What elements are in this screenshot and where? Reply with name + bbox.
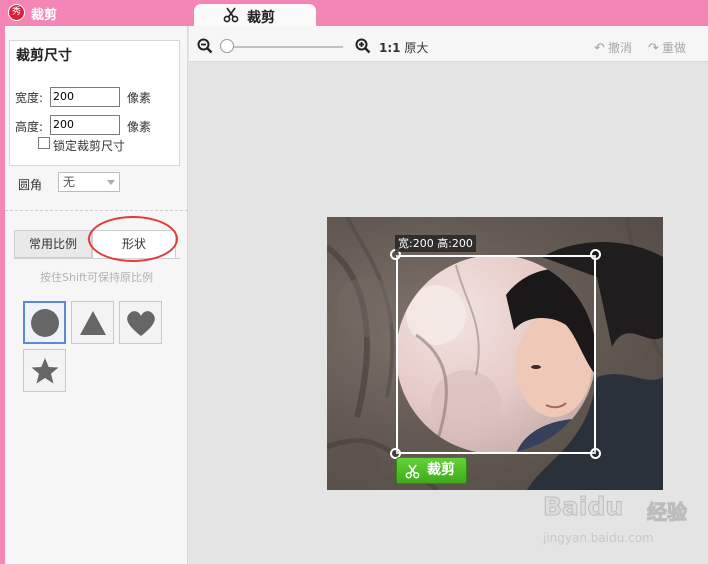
- heart-icon: [126, 310, 155, 336]
- crop-size-box: 裁剪尺寸 宽度: 200 像素 高度: 200 像素 锁定裁剪尺寸: [9, 40, 180, 166]
- tab-crop[interactable]: 裁剪: [193, 3, 317, 27]
- chevron-down-icon: [107, 180, 115, 185]
- crop-button-label: 裁剪: [427, 462, 455, 478]
- redo-icon: ↷: [648, 41, 659, 56]
- undo-button[interactable]: ↶ 撤消: [594, 39, 632, 56]
- corner-select-value: 无: [63, 175, 76, 189]
- undo-icon: ↶: [594, 41, 605, 56]
- height-field[interactable]: 200: [50, 115, 120, 135]
- app-logo-icon: 秀: [8, 4, 25, 21]
- watermark-url: jingyan.baidu.com: [543, 531, 654, 545]
- corner-select[interactable]: 无: [58, 172, 120, 192]
- scissors-icon: [405, 464, 420, 479]
- shape-star-button[interactable]: [23, 349, 66, 392]
- shape-heart-button[interactable]: [119, 301, 162, 344]
- resize-handle-top-right[interactable]: [590, 249, 601, 260]
- title-bar: 秀 裁剪 裁剪: [0, 0, 708, 27]
- photo: 宽:200 高:200 裁剪: [327, 217, 663, 490]
- actual-size-button[interactable]: 1:1 原大: [379, 39, 428, 56]
- width-unit: 像素: [127, 91, 152, 105]
- zoom-slider-track[interactable]: [225, 46, 343, 48]
- width-field[interactable]: 200: [50, 87, 120, 107]
- redo-button[interactable]: ↷ 重做: [648, 39, 686, 56]
- lock-size-label[interactable]: 锁定裁剪尺寸: [53, 137, 125, 154]
- height-label: 高度:: [15, 120, 44, 134]
- triangle-icon: [79, 310, 106, 335]
- crop-size-readout: 宽:200 高:200: [395, 235, 476, 252]
- tab-crop-label: 裁剪: [247, 10, 275, 26]
- app-title: 裁剪: [31, 8, 58, 23]
- resize-handle-bottom-right[interactable]: [590, 448, 601, 459]
- shape-triangle-button[interactable]: [71, 301, 114, 344]
- watermark-brand: Baidu: [542, 492, 624, 522]
- tab-common-ratio[interactable]: 常用比例: [14, 230, 92, 258]
- shape-circle-button[interactable]: [23, 301, 66, 344]
- zoom-ratio: 1:1: [379, 41, 401, 55]
- corner-label: 圆角: [18, 178, 43, 192]
- annotation-circle: [88, 216, 178, 262]
- zoom-in-icon[interactable]: [355, 38, 371, 54]
- left-panel: 裁剪尺寸 宽度: 200 像素 高度: 200 像素 锁定裁剪尺寸 圆角 无 常…: [5, 26, 188, 564]
- scissors-icon: [223, 7, 239, 23]
- zoom-ratio-label: 原大: [404, 41, 429, 55]
- height-unit: 像素: [127, 120, 152, 134]
- undo-label: 撤消: [608, 41, 633, 55]
- circle-icon: [30, 308, 59, 337]
- lock-size-checkbox[interactable]: [38, 137, 50, 149]
- star-icon: [31, 357, 58, 383]
- divider: [5, 210, 188, 211]
- toolbar: 1:1 原大 ↶ 撤消 ↷ 重做: [189, 26, 708, 62]
- crop-selection[interactable]: [396, 255, 596, 454]
- baidu-watermark: Baidu 经验 jingyan.baidu.com: [542, 488, 703, 558]
- zoom-slider-handle[interactable]: [220, 39, 234, 53]
- redo-label: 重做: [662, 41, 687, 55]
- shift-hint: 按住Shift可保持原比例: [39, 271, 153, 284]
- watermark-brand-cn: 经验: [647, 500, 688, 525]
- crop-button[interactable]: 裁剪: [396, 457, 467, 484]
- width-label: 宽度:: [15, 91, 44, 105]
- crop-size-title: 裁剪尺寸: [16, 48, 72, 64]
- zoom-out-icon[interactable]: [197, 38, 213, 54]
